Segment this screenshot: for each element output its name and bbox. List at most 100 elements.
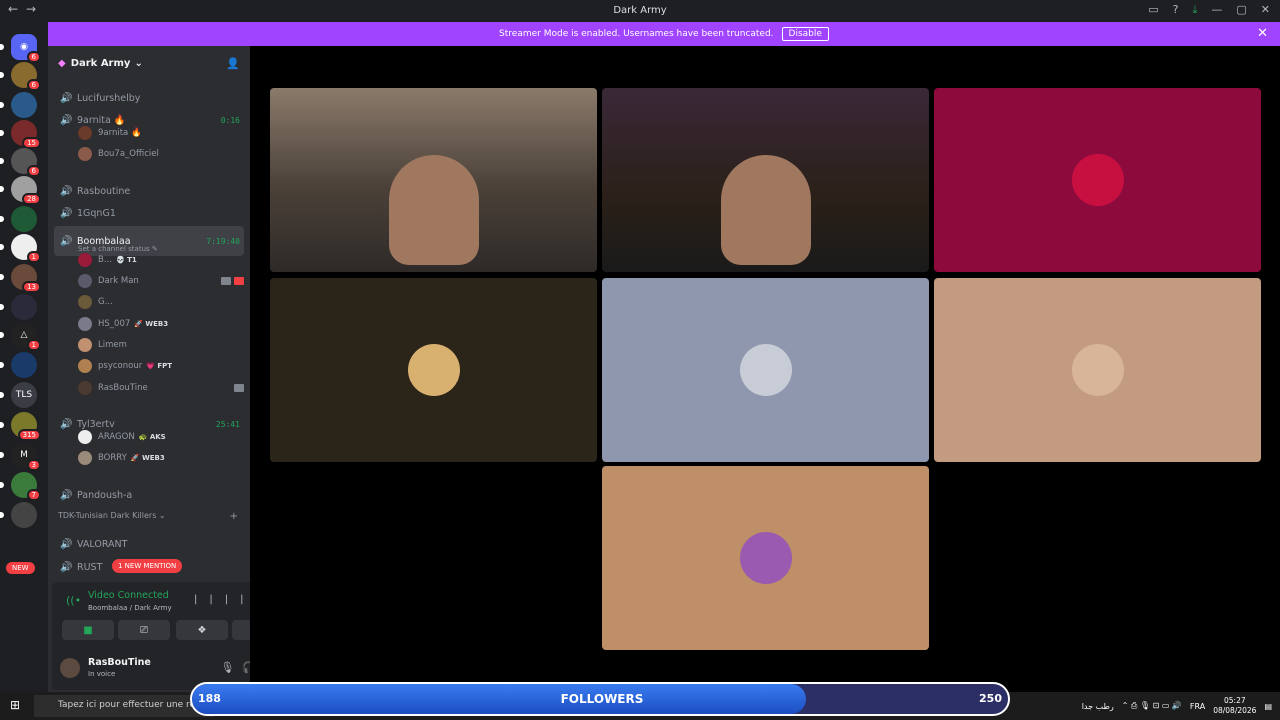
- unread-indicator: [0, 130, 4, 136]
- voice-user[interactable]: ARAGON 🐢 AKS: [78, 428, 244, 446]
- server-icon[interactable]: △ 1: [0, 322, 41, 351]
- server-icon[interactable]: 6: [0, 148, 41, 177]
- weather-text: رطب جدا: [1081, 701, 1114, 711]
- noise-suppression-icon[interactable]: ||||: [194, 594, 255, 605]
- tray-icons[interactable]: ⌃ ⎙ 🎙 ⊡ ▭ 🔊: [1122, 701, 1182, 711]
- mention-badge: 3: [26, 459, 41, 471]
- server-icon[interactable]: 15: [0, 120, 41, 149]
- server-glyph: ◉: [20, 42, 28, 52]
- new-mention-pill[interactable]: 1 NEW MENTION: [112, 559, 183, 573]
- channel-timer: 7:19:40: [206, 236, 240, 246]
- server-icon[interactable]: 6: [0, 62, 41, 91]
- windows-start-icon[interactable]: ⊞: [10, 698, 20, 712]
- server-icon[interactable]: [0, 352, 37, 378]
- disable-streamer-button[interactable]: Disable: [781, 27, 829, 41]
- user-name: 9arnita 🔥: [98, 128, 142, 138]
- voice-user[interactable]: psyconour 💗 FPT: [78, 357, 244, 375]
- camera-button[interactable]: ■: [62, 620, 114, 640]
- voice-user[interactable]: RasBouTine: [78, 379, 244, 397]
- server-icon[interactable]: [0, 92, 37, 118]
- camera-icon: [234, 384, 244, 392]
- server-icon[interactable]: 7: [0, 472, 41, 501]
- screen-share-button[interactable]: ⎚: [118, 620, 170, 640]
- new-badge[interactable]: NEW: [6, 562, 35, 574]
- server-icon[interactable]: 13: [0, 264, 41, 293]
- video-tile[interactable]: [270, 88, 597, 272]
- server-icon[interactable]: [0, 294, 37, 320]
- add-channel-icon[interactable]: +: [230, 511, 238, 522]
- banner-text: Streamer Mode is enabled. Usernames have…: [499, 29, 774, 39]
- voice-user[interactable]: 9arnita 🔥: [78, 124, 244, 142]
- language-indicator[interactable]: FRA: [1190, 702, 1205, 711]
- signal-icon: ((•: [66, 594, 82, 607]
- server-icon[interactable]: 1: [0, 234, 41, 263]
- unread-indicator: [0, 244, 4, 250]
- followers-label: FOLLOWERS: [560, 692, 644, 706]
- voice-status[interactable]: Video Connected: [88, 590, 169, 601]
- voice-channel[interactable]: 🔊 Rasboutine: [54, 181, 244, 201]
- avatar: [78, 147, 92, 161]
- download-icon[interactable]: ⤓: [1193, 3, 1198, 17]
- voice-user[interactable]: B... 💀 T1: [78, 251, 244, 269]
- avatar: [78, 295, 92, 309]
- unread-indicator: [0, 482, 4, 488]
- speaker-icon: 🔊: [60, 92, 73, 104]
- server-icon[interactable]: [0, 502, 37, 528]
- invite-icon[interactable]: 👤: [226, 57, 240, 70]
- voice-user[interactable]: G...: [78, 293, 244, 311]
- avatar: [1071, 344, 1124, 396]
- server-icon[interactable]: 28: [0, 176, 41, 205]
- mention-badge: 315: [17, 429, 41, 441]
- voice-channel[interactable]: 🔊 Pandoush-a: [54, 485, 244, 505]
- user-name: Dark Man: [98, 276, 139, 286]
- mic-icon[interactable]: 🎙: [220, 661, 242, 674]
- voice-channel[interactable]: 🔊 1GqnG1: [54, 203, 244, 223]
- clock[interactable]: 05:27 08/08/2026: [1213, 696, 1256, 716]
- user-name: psyconour: [98, 361, 143, 371]
- voice-user[interactable]: Bou7a_Officiel: [78, 145, 244, 163]
- speaker-icon: 🔊: [60, 418, 73, 430]
- category-header[interactable]: TDK-Tunisian Dark Killers ⌄ +: [58, 511, 238, 522]
- server-icon[interactable]: [0, 206, 37, 232]
- participant-video: [720, 155, 811, 265]
- avatar: [739, 532, 792, 584]
- voice-user[interactable]: Limem: [78, 336, 244, 354]
- minimize-button[interactable]: —: [1211, 3, 1222, 17]
- channel-name: Lucifurshelby: [77, 92, 141, 104]
- server-icon[interactable]: ◉ 6: [0, 34, 41, 63]
- server-icon[interactable]: 315: [0, 412, 41, 441]
- voice-user[interactable]: BORRY 🚀 WEB3: [78, 449, 244, 467]
- server-header[interactable]: ◆ Dark Army ⌄ 👤: [48, 46, 250, 80]
- participant-tile[interactable]: [934, 278, 1261, 462]
- avatar[interactable]: [60, 658, 80, 678]
- server-icon[interactable]: M3: [0, 442, 41, 471]
- speaker-icon: 🔊: [60, 489, 73, 501]
- participant-tile[interactable]: [270, 278, 597, 462]
- unread-indicator: [0, 102, 4, 108]
- activities-button[interactable]: ❖: [176, 620, 228, 640]
- voice-user[interactable]: Dark Man: [78, 272, 244, 290]
- close-icon[interactable]: ✕: [1257, 26, 1268, 41]
- server-icon[interactable]: TLS: [0, 382, 37, 408]
- participant-tile[interactable]: [934, 88, 1261, 272]
- maximize-button[interactable]: ▢: [1236, 3, 1246, 17]
- voice-channel[interactable]: 🔊 Lucifurshelby: [54, 88, 244, 108]
- user-name: RasBouTine: [98, 383, 148, 393]
- video-tile[interactable]: [602, 88, 929, 272]
- help-icon[interactable]: ?: [1173, 3, 1179, 17]
- mention-badge: 13: [22, 281, 41, 293]
- server-glyph: M: [20, 450, 28, 460]
- channel-name: RUST: [77, 561, 103, 573]
- notification-icon[interactable]: ▤: [1264, 702, 1272, 711]
- taskbar-search[interactable]: Tapez ici pour effectuer une re: [34, 695, 214, 717]
- voice-user[interactable]: HS_007 🚀 WEB3: [78, 315, 244, 333]
- close-button[interactable]: ✕: [1261, 3, 1270, 17]
- unread-indicator: [0, 216, 4, 222]
- participant-tile[interactable]: [602, 278, 929, 462]
- speaker-icon: 🔊: [60, 538, 73, 550]
- voice-channel[interactable]: 🔊 VALORANT: [54, 534, 244, 554]
- channel-name: VALORANT: [77, 538, 128, 550]
- inbox-icon[interactable]: ▭: [1148, 3, 1158, 17]
- participant-tile[interactable]: [602, 466, 929, 650]
- user-name: B...: [98, 255, 112, 265]
